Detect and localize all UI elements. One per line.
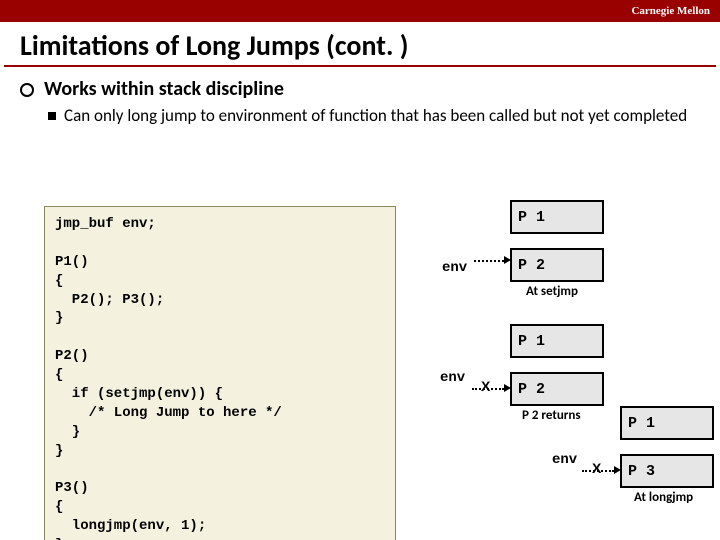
env-label-3: env [552, 452, 577, 468]
subbullet-1: Can only long jump to environment of fun… [48, 105, 688, 126]
env-label-2: env [440, 370, 465, 386]
env-label-1: env [442, 260, 467, 276]
label-p2-returns: P 2 returns [522, 408, 581, 423]
stack1-p2: P 2 [510, 248, 604, 282]
label-at-longjmp: At longjmp [634, 490, 693, 505]
subbullet-1-text: Can only long jump to environment of fun… [64, 105, 687, 126]
stack2-p2: P 2 [510, 372, 604, 406]
arrow-head-1 [504, 256, 511, 264]
code-block: jmp_buf env; P1() { P2(); P3(); } P2() {… [44, 206, 396, 540]
x-mark-2: X [592, 460, 601, 476]
arrow-head-3 [614, 466, 621, 474]
bullet-1-text: Works within stack discipline [44, 77, 284, 101]
bullet-1: Works within stack discipline [20, 77, 700, 101]
arrow-head-2 [504, 384, 511, 392]
brand-text: Carnegie Mellon [631, 5, 710, 17]
label-at-setjmp: At setjmp [526, 284, 578, 299]
arrow-line-1 [474, 260, 504, 262]
header-bar: Carnegie Mellon [0, 0, 720, 22]
x-mark-1: X [481, 378, 490, 394]
stack2-p1: P 1 [510, 324, 604, 358]
stack1-p1: P 1 [510, 200, 604, 234]
slide-title: Limitations of Long Jumps (cont. ) [4, 22, 716, 67]
stack3-p3: P 3 [620, 454, 714, 488]
stack3-p1: P 1 [620, 406, 714, 440]
bullet-icon [20, 83, 34, 97]
square-icon [48, 112, 56, 120]
